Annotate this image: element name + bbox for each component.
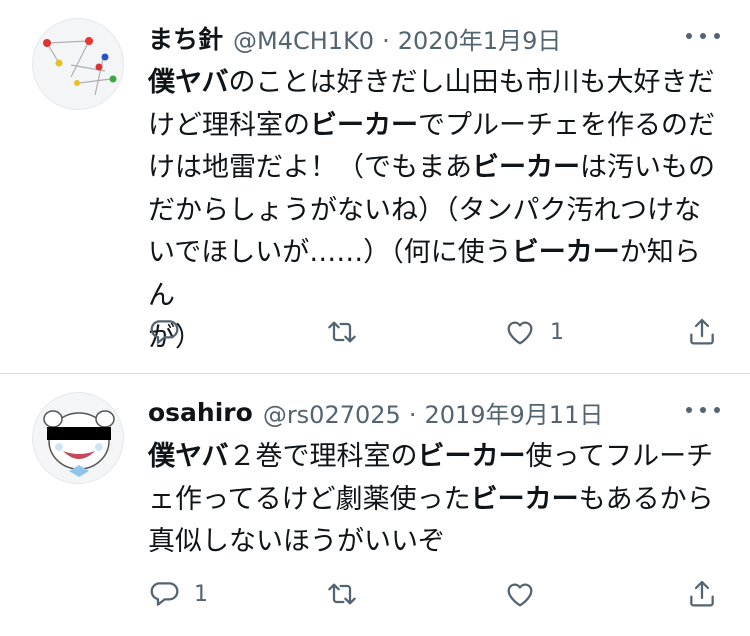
reply-icon: [150, 320, 179, 344]
avatar-pins-image: [43, 37, 117, 96]
tweet-date[interactable]: 2020年1月9日: [398, 27, 562, 55]
tweet-actions: 1: [148, 312, 728, 352]
tweet-text: 僕ヤバ２巻で理科室のビーカー使ってフルーチ ェ作ってるけど劇薬使ったビーカーもある…: [148, 436, 723, 564]
like-icon: [507, 321, 533, 345]
like-button[interactable]: 1: [504, 312, 564, 352]
reply-icon: [150, 582, 179, 606]
share-icon: [690, 580, 714, 607]
tweet-meta: @M4CH1K0 · 2020年1月9日: [233, 21, 561, 56]
like-button[interactable]: [504, 574, 550, 614]
tweet[interactable]: osahiro @rs027025 · 2019年9月11日 僕ヤバ２巻で理科室のビ…: [0, 374, 750, 636]
highlighted-text: ビーカー: [417, 441, 526, 472]
more-options-icon[interactable]: [686, 26, 720, 46]
highlighted-text: 僕ヤバ: [148, 441, 229, 472]
text-run: のことは好きだし山田も市川も大好きだ: [228, 67, 715, 98]
reply-count: 1: [194, 581, 208, 607]
retweet-button[interactable]: [326, 312, 372, 352]
tweet-meta: @rs027025 · 2019年9月11日: [263, 395, 604, 430]
tweet-actions: 1: [148, 574, 728, 614]
handle[interactable]: @rs027025: [263, 401, 401, 429]
text-run: ェ作ってるけど劇薬使った: [148, 483, 471, 515]
handle[interactable]: @M4CH1K0: [233, 27, 374, 55]
like-count: 1: [550, 319, 564, 345]
share-button[interactable]: [686, 574, 718, 614]
tweet-date[interactable]: 2019年9月11日: [424, 401, 603, 429]
like-icon: [507, 583, 533, 607]
highlighted-text: ビーカー: [472, 152, 580, 183]
tweet-header: まち針 @M4CH1K0 · 2020年1月9日: [148, 18, 561, 58]
highlighted-text: ビーカー: [470, 483, 579, 515]
text-run: 使ってフルーチ: [525, 441, 714, 472]
text-run: けは地雷だよ！（でもまあ: [148, 152, 472, 183]
separator-dot: ·: [408, 400, 417, 429]
avatar[interactable]: [32, 18, 124, 110]
more-options-icon[interactable]: [686, 400, 720, 420]
tweet-header: osahiro @rs027025 · 2019年9月11日: [148, 392, 603, 432]
retweet-icon: [328, 583, 356, 605]
display-name[interactable]: osahiro: [148, 398, 253, 427]
separator-dot: ·: [382, 26, 390, 55]
retweet-button[interactable]: [326, 574, 372, 614]
highlighted-text: 僕ヤバ: [148, 67, 229, 98]
share-button[interactable]: [686, 312, 718, 352]
text-run: けど理科室の: [148, 109, 310, 141]
reply-button[interactable]: 1: [148, 574, 208, 614]
retweet-icon: [328, 321, 356, 343]
display-name[interactable]: まち針: [148, 20, 223, 56]
text-run: でプルーチェを作るのだ: [418, 109, 715, 141]
text-run: いでほしいが……）（何に使う: [148, 237, 512, 268]
text-run: 真似しないほうがいいぞ: [148, 526, 445, 557]
avatar[interactable]: [32, 392, 124, 484]
text-run: だからしょうがないね）（タンパク汚れつけな: [148, 194, 701, 226]
tweet[interactable]: まち針 @M4CH1K0 · 2020年1月9日 僕ヤバのことは好きだし山田も市川も…: [0, 0, 750, 374]
highlighted-text: ビーカー: [511, 237, 620, 268]
text-run: は汚いもの: [580, 152, 715, 183]
avatar-face-image: [43, 410, 115, 477]
share-icon: [690, 318, 714, 345]
text-run: もあるから: [578, 483, 714, 515]
highlighted-text: ビーカー: [310, 109, 418, 141]
reply-button[interactable]: [148, 312, 194, 352]
text-run: ２巻で理科室の: [228, 441, 418, 472]
